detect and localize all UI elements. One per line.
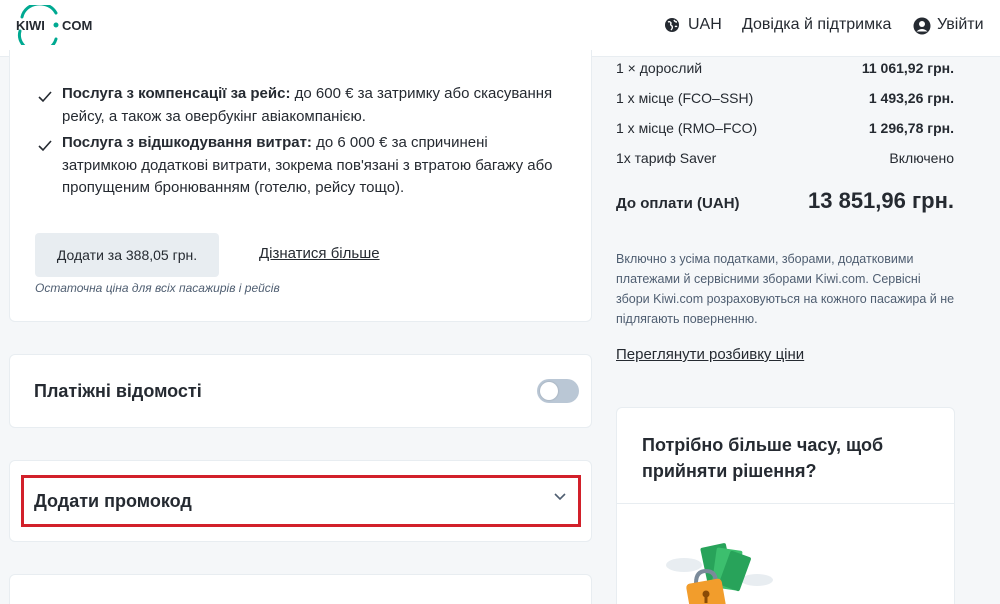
divider — [617, 503, 954, 504]
chevron-down-icon[interactable] — [553, 489, 567, 503]
svg-text:KIWI: KIWI — [16, 18, 45, 33]
svg-text:COM: COM — [62, 18, 92, 33]
benefit-title: Послуга з відшкодування витрат: — [62, 134, 312, 151]
promo-title: Додати промокод — [34, 491, 192, 511]
price-value: Включено — [889, 150, 954, 166]
help-label: Довідка й підтримка — [742, 16, 892, 33]
price-label: 1x тариф Saver — [616, 150, 717, 166]
price-row: 1 × дорослий 11 061,92 грн. — [616, 60, 954, 76]
price-lock-illustration — [662, 535, 777, 604]
price-value: 1 296,78 грн. — [868, 120, 954, 136]
price-value: 1 493,26 грн. — [868, 90, 954, 106]
payment-title: Платіжні відомості — [34, 381, 202, 401]
price-label: 1 × дорослий — [616, 60, 703, 76]
next-card — [9, 574, 592, 604]
benefit-title: Послуга з компенсації за рейс: — [62, 85, 291, 102]
toggle-knob — [540, 382, 558, 400]
price-breakdown-link[interactable]: Переглянути розбивку ціни — [616, 346, 804, 363]
benefit-reimbursement: Послуга з відшкодування витрат: до 6 000… — [38, 132, 558, 200]
total-label: До оплати (UAH) — [616, 195, 740, 212]
tax-note: Включно з усіма податками, зборами, дода… — [616, 252, 955, 326]
user-icon — [913, 17, 931, 35]
price-row: 1 x місце (RMO–FCO) 1 296,78 грн. — [616, 120, 954, 136]
add-protection-button[interactable]: Додати за 388,05 грн. — [35, 233, 219, 277]
currency-label: UAH — [688, 16, 722, 33]
currency-selector[interactable]: UAH — [664, 16, 722, 34]
price-row: 1x тариф Saver Включено — [616, 150, 954, 166]
payment-details-card: Платіжні відомості — [9, 354, 592, 428]
check-icon — [38, 83, 52, 128]
top-bar: KIWI COM UAH Довідка й підтримка Увійти — [0, 0, 1000, 57]
protection-card: Послуга з компенсації за рейс: до 600 € … — [9, 50, 592, 322]
benefit-compensation: Послуга з компенсації за рейс: до 600 € … — [38, 83, 558, 128]
payment-toggle[interactable] — [537, 379, 579, 403]
check-icon — [38, 132, 52, 200]
promo-card: Додати промокод — [9, 460, 592, 542]
decision-title: Потрібно більше часу, щоб прийняти рішен… — [642, 435, 884, 481]
total-amount: 13 851,96 грн. — [808, 188, 954, 213]
price-row: 1 x місце (FCO–SSH) 1 493,26 грн. — [616, 90, 954, 106]
help-link[interactable]: Довідка й підтримка — [742, 16, 891, 34]
price-label: 1 x місце (FCO–SSH) — [616, 90, 754, 106]
final-price-note: Остаточна ціна для всіх пасажирів і рейс… — [35, 281, 280, 295]
decision-card: Потрібно більше часу, щоб прийняти рішен… — [616, 407, 955, 604]
login-label: Увійти — [937, 16, 984, 33]
login-button[interactable]: Увійти — [913, 16, 984, 35]
learn-more-link[interactable]: Дізнатися більше — [259, 245, 380, 262]
total-row: До оплати (UAH) 13 851,96 грн. — [616, 188, 954, 214]
globe-icon — [664, 17, 680, 33]
kiwi-logo[interactable]: KIWI COM — [16, 2, 100, 53]
price-label: 1 x місце (RMO–FCO) — [616, 120, 758, 136]
price-value: 11 061,92 грн. — [861, 60, 954, 76]
